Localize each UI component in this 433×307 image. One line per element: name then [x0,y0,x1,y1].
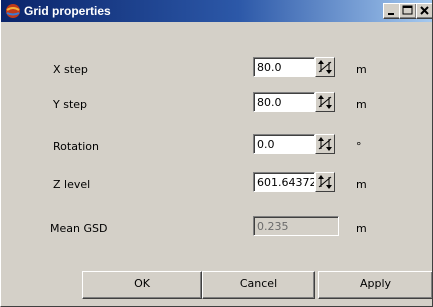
y-step-input[interactable]: 80.0 [253,92,315,112]
spin-arrows-icon [318,137,332,151]
window-title: Grid properties [24,4,111,18]
cancel-button[interactable]: Cancel [202,271,315,299]
spin-arrows-icon [318,175,332,189]
x-step-input[interactable]: 80.0 [253,57,315,77]
maximize-icon [402,5,413,15]
rotation-input[interactable]: 0.0 [253,134,315,154]
spin-arrows-icon [318,60,332,74]
ok-button[interactable]: OK [82,271,202,299]
z-level-input[interactable]: 601.64372 [253,172,315,192]
close-button[interactable] [416,3,433,19]
minimize-icon [388,13,394,15]
z-level-unit: m [356,178,367,191]
mean-gsd-field: 0.235 [253,216,339,236]
z-level-label: Z level [53,178,91,191]
title-bar[interactable]: Grid properties [0,0,433,22]
x-step-spin-button[interactable] [315,57,335,77]
y-step-unit: m [356,98,367,111]
mean-gsd-label: Mean GSD [50,222,108,235]
x-step-label: X step [53,63,88,76]
y-step-label: Y step [53,98,88,111]
spin-arrows-icon [318,95,332,109]
rotation-label: Rotation [53,140,100,153]
window-frame [0,0,433,307]
mean-gsd-unit: m [356,222,367,235]
apply-button[interactable]: Apply [318,271,433,299]
grid-properties-dialog: Grid properties X step 80.0 m Y step 80. [0,0,433,307]
rotation-spin-button[interactable] [315,134,335,154]
close-icon [420,6,429,15]
rotation-unit: ° [356,140,362,153]
y-step-spin-button[interactable] [315,92,335,112]
z-level-spin-button[interactable] [315,172,335,192]
globe-icon [5,3,21,19]
x-step-unit: m [356,63,367,76]
maximize-button[interactable] [399,3,417,19]
